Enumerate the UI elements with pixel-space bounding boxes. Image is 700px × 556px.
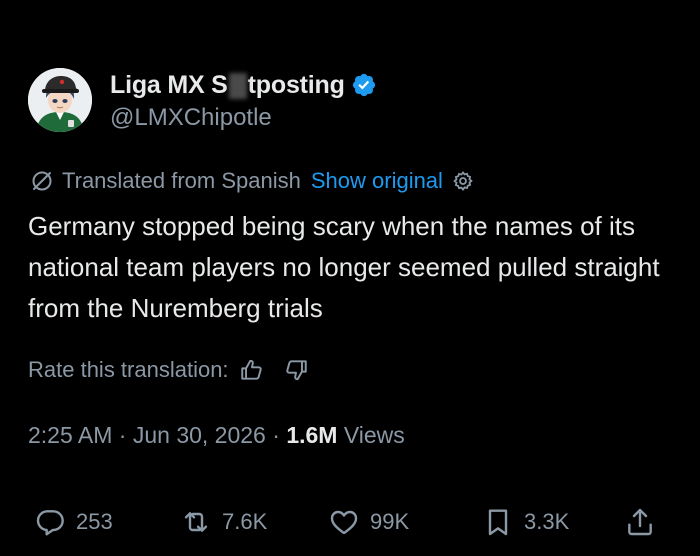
avatar-image [28,68,92,132]
tweet-date[interactable]: Jun 30, 2026 [133,422,266,448]
heart-icon [330,510,358,535]
show-original-link[interactable]: Show original [311,168,443,194]
verified-badge-icon [352,73,375,97]
display-name-suffix: tposting [247,70,345,99]
tweet-text: Germany stopped being scary when the nam… [28,211,660,323]
rate-translation-label: Rate this translation: [28,357,229,382]
author-handle[interactable]: @LMXChipotle [110,104,377,132]
share-button[interactable] [624,506,656,538]
reply-count: 253 [76,509,113,534]
thumbs-down-icon[interactable] [283,357,309,383]
meta-separator: · [118,422,127,448]
share-icon [628,508,652,536]
author-names: Liga MX S tposting @LMXChipotle [110,68,377,132]
meta-separator: · [272,422,280,448]
reply-icon [36,510,64,536]
tweet-card: Liga MX S tposting @LMXChipotle Translate… [0,0,700,556]
avatar[interactable] [28,68,92,132]
thumbs-up-icon[interactable] [239,357,265,383]
display-name-prefix: Liga MX S [110,70,228,99]
tweet-meta: 2:25 AM · Jun 30, 2026 · 1.6M Views [28,422,405,449]
gear-icon[interactable] [451,169,475,193]
tweet-header: Liga MX S tposting @LMXChipotle [28,68,377,132]
globe-slash-icon [32,171,52,191]
bookmark-icon [488,509,508,536]
censored-blur [228,72,247,99]
bookmark-count: 3.3K [524,509,570,534]
display-name[interactable]: Liga MX S tposting [110,71,345,100]
retweet-count: 7.6K [222,509,268,534]
tweet-time[interactable]: 2:25 AM [28,422,112,448]
like-count: 99K [370,509,410,534]
translated-from-label: Translated from Spanish [62,168,301,193]
reply-button[interactable]: 253 [34,506,113,538]
views-label: Views [343,422,405,448]
retweet-button[interactable]: 7.6K [180,506,267,538]
display-name-row[interactable]: Liga MX S tposting [110,68,377,102]
rate-translation-row: Rate this translation: [28,357,309,383]
like-button[interactable]: 99K [328,506,409,538]
views-count[interactable]: 1.6M [286,422,337,448]
action-bar: 253 7.6K 99K 3.3K [34,506,664,542]
retweet-icon [184,512,208,532]
bookmark-button[interactable]: 3.3K [482,506,569,538]
translation-row: Translated from Spanish Show original [30,168,475,194]
